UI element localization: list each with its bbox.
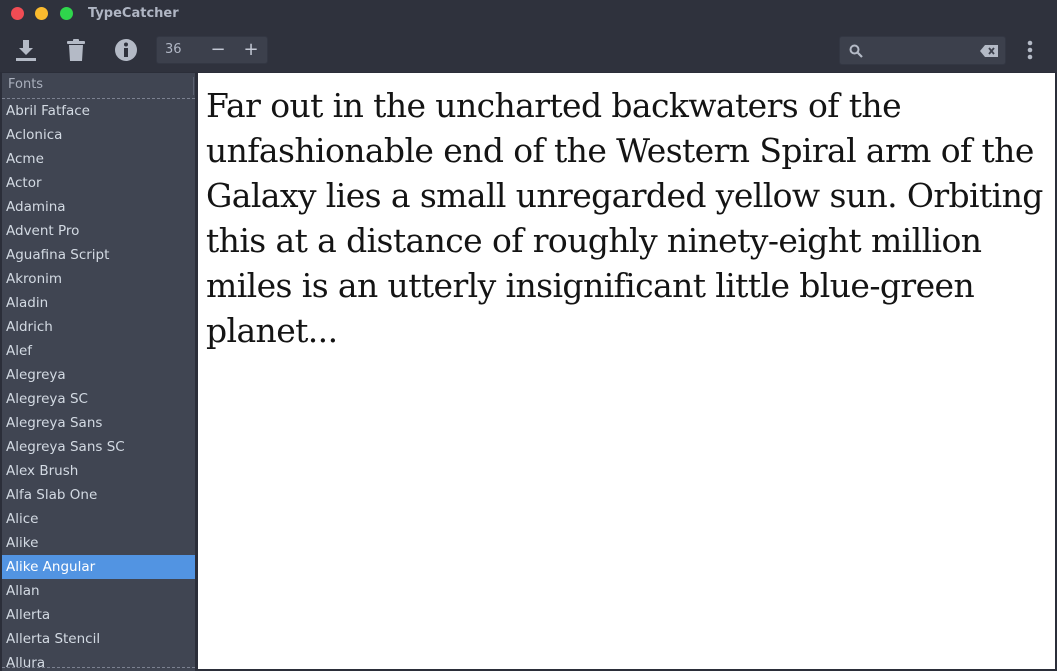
list-bottom-border — [2, 667, 195, 668]
kebab-menu-icon — [1027, 40, 1033, 60]
font-list-item[interactable]: Aguafina Script — [2, 243, 195, 267]
window-title: TypeCatcher — [88, 6, 179, 21]
close-window-button[interactable] — [11, 7, 24, 20]
font-list-item[interactable]: Acme — [2, 147, 195, 171]
column-separator — [193, 77, 194, 95]
font-list-item[interactable]: Alef — [2, 339, 195, 363]
font-list: Abril Fatface Aclonica Acme Actor Adamina Adv… — [2, 99, 195, 671]
font-list-item[interactable]: Allan — [2, 579, 195, 603]
font-list-header[interactable]: Fonts — [2, 73, 195, 99]
download-button[interactable] — [12, 36, 40, 64]
font-size-stepper[interactable]: 36 − + — [156, 36, 268, 64]
font-list-item[interactable]: Actor — [2, 171, 195, 195]
font-list-sidebar[interactable]: Fonts Abril Fatface Aclonica Acme Actor Adam… — [2, 73, 195, 671]
font-preview-area: Far out in the uncharted backwaters of t… — [198, 73, 1055, 669]
font-list-item[interactable]: Alfa Slab One — [2, 483, 195, 507]
font-list-item[interactable]: Allerta Stencil — [2, 627, 195, 651]
font-list-item[interactable]: Abril Fatface — [2, 99, 195, 123]
font-list-item[interactable]: Alice — [2, 507, 195, 531]
search-field[interactable] — [839, 36, 1006, 65]
font-list-item[interactable]: Alegreya Sans SC — [2, 435, 195, 459]
title-bar: TypeCatcher — [0, 0, 1057, 28]
backspace-clear-icon[interactable] — [980, 45, 998, 57]
info-button[interactable] — [112, 36, 140, 64]
font-list-item[interactable]: Allura — [2, 651, 195, 671]
font-list-item[interactable]: Advent Pro — [2, 219, 195, 243]
font-list-item[interactable]: Adamina — [2, 195, 195, 219]
delete-button[interactable] — [62, 36, 90, 64]
font-list-item[interactable]: Aladin — [2, 291, 195, 315]
maximize-window-button[interactable] — [60, 7, 73, 20]
font-list-item[interactable]: Alex Brush — [2, 459, 195, 483]
font-list-item[interactable]: Alegreya — [2, 363, 195, 387]
font-list-item[interactable]: Alegreya SC — [2, 387, 195, 411]
font-list-item[interactable]: Alike — [2, 531, 195, 555]
font-list-item[interactable]: Allerta — [2, 603, 195, 627]
decrease-size-button[interactable]: − — [206, 38, 230, 62]
fonts-column-header: Fonts — [8, 77, 44, 92]
font-size-value[interactable]: 36 — [165, 42, 182, 57]
download-icon — [16, 40, 36, 61]
info-icon — [115, 39, 137, 61]
trash-icon — [67, 39, 85, 61]
toolbar: 36 − + — [0, 28, 1057, 72]
preview-text: Far out in the uncharted backwaters of t… — [206, 86, 1043, 350]
font-list-item[interactable]: Alegreya Sans — [2, 411, 195, 435]
font-list-item[interactable]: Akronim — [2, 267, 195, 291]
increase-size-button[interactable]: + — [239, 38, 263, 62]
search-input[interactable] — [868, 40, 976, 61]
minimize-window-button[interactable] — [35, 7, 48, 20]
font-list-item[interactable]: Aclonica — [2, 123, 195, 147]
search-icon — [849, 44, 863, 58]
menu-button[interactable] — [1016, 36, 1044, 64]
font-list-item[interactable]: Alike Angular — [2, 555, 195, 579]
font-list-item[interactable]: Aldrich — [2, 315, 195, 339]
